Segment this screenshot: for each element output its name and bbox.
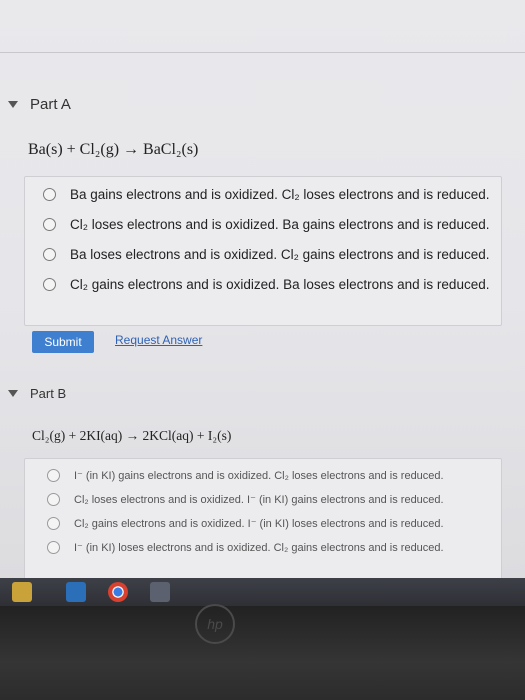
part-b-options-box: I⁻ (in KI) gains electrons and is oxidiz…	[24, 458, 502, 582]
option-text: Cl₂ loses electrons and is oxidized. Ba …	[70, 217, 490, 232]
part-b-option-4[interactable]: I⁻ (in KI) loses electrons and is oxidiz…	[47, 541, 444, 554]
option-text: Cl₂ gains electrons and is oxidized. Ba …	[70, 277, 490, 292]
option-text: Cl₂ gains electrons and is oxidized. I⁻ …	[74, 518, 444, 530]
option-text: I⁻ (in KI) gains electrons and is oxidiz…	[74, 470, 444, 482]
part-a-option-2[interactable]: Cl₂ loses electrons and is oxidized. Ba …	[43, 217, 489, 232]
part-a-option-4[interactable]: Cl₂ gains electrons and is oxidized. Ba …	[43, 277, 489, 292]
calendar-icon[interactable]	[150, 582, 170, 602]
radio-button[interactable]	[43, 218, 56, 231]
radio-button[interactable]	[47, 517, 60, 530]
part-b-header[interactable]: Part B	[8, 386, 66, 401]
part-a-equation: Ba(s) + Cl₂(g) → BaCl₂(s)	[28, 141, 199, 158]
request-answer-link[interactable]: Request Answer	[115, 333, 202, 347]
laptop-bezel	[0, 606, 525, 700]
collapse-triangle-icon[interactable]	[8, 390, 18, 397]
option-text: Ba loses electrons and is oxidized. Cl₂ …	[70, 247, 490, 262]
radio-button[interactable]	[47, 469, 60, 482]
part-b-label: Part B	[30, 386, 67, 401]
option-text: I⁻ (in KI) loses electrons and is oxidiz…	[74, 542, 444, 554]
radio-button[interactable]	[47, 493, 60, 506]
part-a-label: Part A	[30, 96, 71, 113]
divider	[0, 52, 525, 53]
part-b-option-1[interactable]: I⁻ (in KI) gains electrons and is oxidiz…	[47, 469, 444, 482]
taskbar	[0, 578, 525, 606]
submit-button[interactable]: Submit	[32, 331, 94, 353]
part-b-equation: Cl₂(g) + 2KI(aq) → 2KCl(aq) + I₂(s)	[32, 428, 232, 443]
radio-button[interactable]	[47, 541, 60, 554]
radio-button[interactable]	[43, 188, 56, 201]
browser-content: Part A Ba(s) + Cl₂(g) → BaCl₂(s) Ba gain…	[0, 0, 525, 585]
hp-logo: hp	[195, 604, 235, 644]
part-a-option-1[interactable]: Ba gains electrons and is oxidized. Cl₂ …	[43, 187, 489, 202]
radio-button[interactable]	[43, 278, 56, 291]
radio-button[interactable]	[43, 248, 56, 261]
option-text: Cl₂ loses electrons and is oxidized. I⁻ …	[74, 494, 444, 506]
chrome-icon[interactable]	[108, 582, 128, 602]
part-a-option-3[interactable]: Ba loses electrons and is oxidized. Cl₂ …	[43, 247, 489, 262]
part-b-option-2[interactable]: Cl₂ loses electrons and is oxidized. I⁻ …	[47, 493, 444, 506]
file-explorer-icon[interactable]	[12, 582, 32, 602]
part-a-options-box: Ba gains electrons and is oxidized. Cl₂ …	[24, 176, 502, 326]
edge-icon[interactable]	[66, 582, 86, 602]
part-b-option-3[interactable]: Cl₂ gains electrons and is oxidized. I⁻ …	[47, 517, 444, 530]
part-a-header[interactable]: Part A	[8, 96, 71, 113]
option-text: Ba gains electrons and is oxidized. Cl₂ …	[70, 187, 490, 202]
collapse-triangle-icon[interactable]	[8, 101, 18, 108]
